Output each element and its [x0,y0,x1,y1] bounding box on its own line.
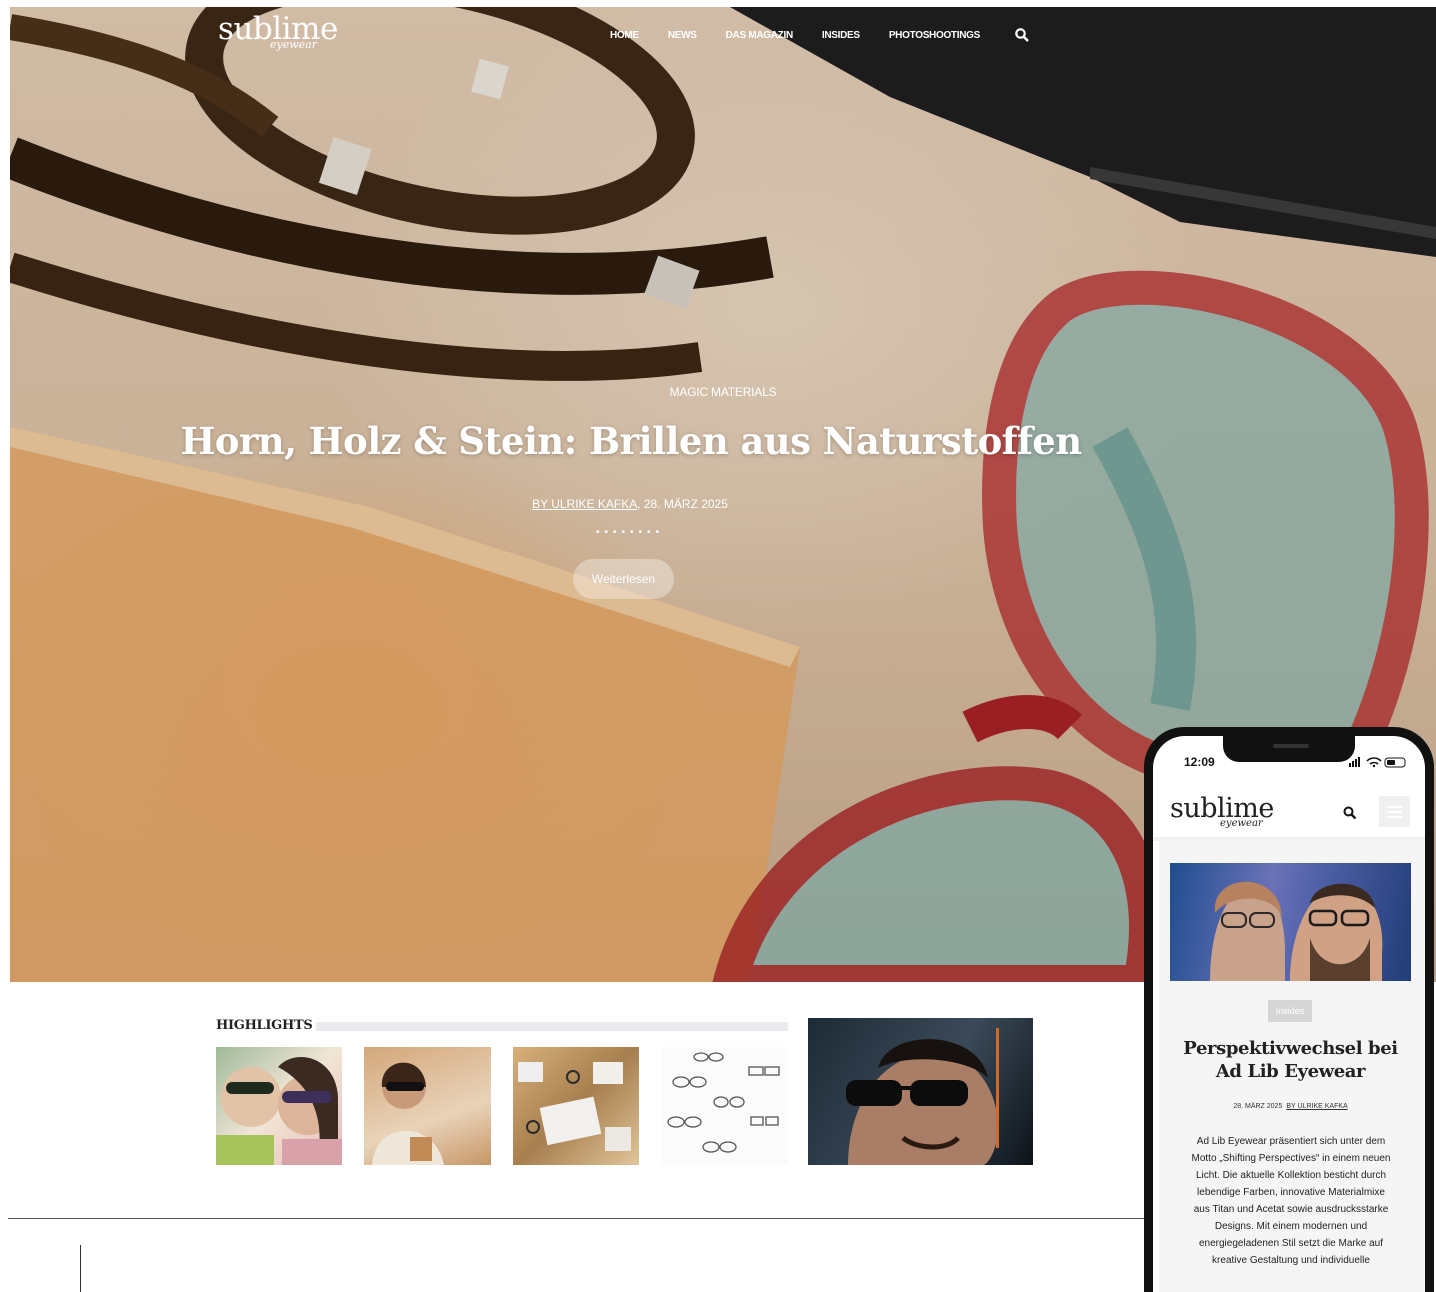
phone-status-time: 12:09 [1184,755,1215,769]
highlight-thumb-4[interactable] [661,1047,788,1165]
phone-article-date: 28. MÄRZ 2025 [1233,1103,1283,1110]
hero-meta: BY ULRIKE KAFKA, 28. MÄRZ 2025 [10,497,1250,511]
nav-news[interactable]: NEWS [668,30,697,41]
site-logo[interactable]: sublime eyewear [218,11,338,57]
hero-separator-dots: •••••••• [595,527,664,538]
optician-workspace-image [518,1062,631,1151]
hamburger-menu-icon[interactable] [1379,796,1410,827]
nav-das-magazin[interactable]: DAS MAGAZIN [726,30,794,41]
phone-logo-subtitle: eyewear [1220,818,1263,829]
main-navigation: HOME NEWS DAS MAGAZIN INSIDES PHOTOSHOOT… [610,25,1029,45]
phone-screen: 12:09 sublime eyewear Insides Perspektiv… [1153,736,1425,1292]
nav-insides[interactable]: INSIDES [822,30,860,41]
nav-photoshootings[interactable]: PHOTOSHOOTINGS [889,30,980,41]
sunglasses-couple-image [216,1057,342,1165]
hero-author-link[interactable]: BY ULRIKE KAFKA [532,497,637,511]
logo-subtitle: eyewear [270,38,317,51]
phone-mockup: 12:09 sublime eyewear Insides Perspektiv… [1144,727,1434,1292]
text-cursor-line [80,1245,81,1292]
hero-date: , 28. MÄRZ 2025 [637,497,728,511]
phone-article-meta: 28. MÄRZ 2025 BY ULRIKE KAFKA [1170,1103,1411,1110]
highlight-thumb-3[interactable] [513,1047,639,1165]
highlight-thumb-1[interactable] [216,1047,342,1165]
phone-notch [1223,736,1355,762]
highlights-title: HIGHLIGHTS [216,1018,313,1033]
nav-home[interactable]: HOME [610,30,639,41]
read-more-button[interactable]: Weiterlesen [573,559,674,599]
phone-article-image[interactable] [1170,863,1411,981]
woman-sunglasses-image [372,1062,444,1165]
phone-article-title[interactable]: Perspektivwechsel bei Ad Lib Eyewear [1170,1037,1411,1083]
phone-article-excerpt: Ad Lib Eyewear präsentiert sich unter de… [1191,1136,1391,1266]
hero-title[interactable]: Horn, Holz & Stein: Brillen aus Natursto… [10,419,1252,463]
highlight-thumb-5[interactable] [808,1018,1033,1165]
phone-site-logo[interactable]: sublime eyewear [1170,794,1280,834]
hero-category[interactable]: MAGIC MATERIALS [10,385,1436,399]
search-icon[interactable] [1343,806,1357,820]
phone-author-link[interactable]: BY ULRIKE KAFKA [1286,1103,1347,1110]
phone-status-icons [1349,755,1409,769]
eyewear-sketches-image [667,1052,780,1153]
man-sunglasses-campaign-image [846,1028,999,1165]
highlight-thumb-2[interactable] [364,1047,491,1165]
ad-lib-campaign-image [1210,881,1383,981]
wifi-icon [1366,757,1382,762]
section-divider [8,1218,1148,1219]
search-icon[interactable] [1015,28,1029,42]
highlights-title-bar [316,1022,788,1031]
category-tag-insides[interactable]: Insides [1268,1000,1312,1022]
